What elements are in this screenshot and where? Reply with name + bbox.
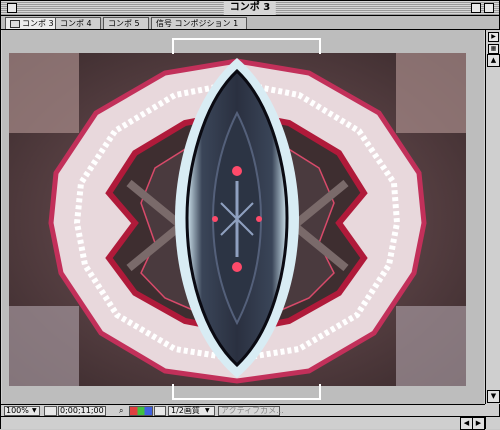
zoom-box-icon[interactable]	[471, 3, 481, 13]
tab-signal-comp-1[interactable]: 信号 コンポジション 1	[151, 17, 248, 29]
resolution-dropdown-arrow-icon: ▼	[205, 407, 210, 414]
composition-tabs: コンポ 3 コンポ 4 コンポ 5 信号 コンポジション 1	[1, 16, 499, 30]
composition-frame-image[interactable]	[9, 53, 466, 386]
zoom-value: 100%	[6, 406, 29, 415]
tab-comp-5[interactable]: コンポ 5	[103, 17, 149, 29]
kaleidoscope-image	[9, 53, 466, 386]
viewer-controls-bar: 100% ▼ 0;00;11;00 ⌕ 1/2画質 ▼ アクティブカメ...	[1, 404, 485, 416]
collapse-box-icon[interactable]	[484, 3, 494, 13]
tab-label: コンポ 3	[22, 19, 54, 28]
composition-viewer[interactable]	[2, 30, 484, 404]
transparency-grid-icon[interactable]	[154, 406, 166, 416]
safe-zone-top-marker	[172, 38, 321, 54]
flowchart-icon[interactable]: ▦	[488, 44, 499, 54]
camera-value: アクティブカメ...	[221, 406, 284, 415]
close-box-icon[interactable]	[7, 3, 17, 13]
resolution-value: 1/2画質	[171, 406, 200, 415]
timecode-value: 0;00;11;00	[60, 406, 104, 415]
tab-label: コンポ 5	[108, 19, 140, 28]
tab-label: 信号 コンポジション 1	[156, 19, 239, 28]
composition-window: コンポ 3 コンポ 3 コンポ 4 コンポ 5 信号 コンポジション 1 ▶ ▦…	[0, 0, 500, 430]
right-tool-column: ▶ ▦ ▲ ▼	[485, 30, 500, 404]
horizontal-scrollbar[interactable]: ◀ ▶	[1, 416, 485, 430]
resize-grip-icon[interactable]	[485, 416, 500, 429]
scroll-up-arrow-icon[interactable]: ▲	[487, 54, 500, 67]
title-bar[interactable]: コンポ 3	[1, 1, 499, 16]
scroll-right-arrow-icon[interactable]: ▶	[472, 417, 485, 430]
tab-comp-3[interactable]: コンポ 3	[5, 17, 63, 29]
zoom-dropdown-arrow-icon: ▼	[32, 407, 37, 414]
safe-zone-bottom-marker	[172, 384, 321, 400]
panel-menu-icon[interactable]: ▶	[488, 32, 499, 42]
composition-icon	[10, 19, 20, 28]
scroll-down-arrow-icon[interactable]: ▼	[487, 390, 500, 403]
camera-icon[interactable]: ⌕	[119, 405, 123, 416]
tab-comp-4[interactable]: コンポ 4	[55, 17, 101, 29]
window-title: コンポ 3	[223, 1, 277, 15]
safe-zone-icon[interactable]	[44, 406, 57, 416]
tab-label: コンポ 4	[60, 19, 92, 28]
color-channels-icon[interactable]	[129, 406, 153, 416]
